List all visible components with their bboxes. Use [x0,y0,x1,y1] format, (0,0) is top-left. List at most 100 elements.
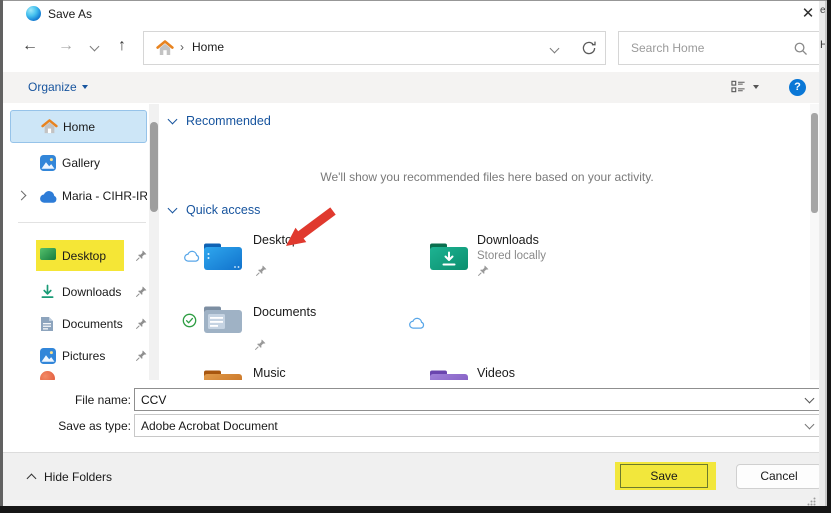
sidebar-separator [18,222,146,223]
home-icon [156,40,174,56]
save-as-type-label: Save as type: [28,419,131,433]
sidebar-item-label: Pictures [62,349,105,363]
recent-locations-button[interactable] [90,42,100,52]
breadcrumb-separator: › [180,40,184,54]
pictures-icon [40,348,56,364]
background-strip: e H [819,1,827,506]
tile-label: Videos [477,366,515,380]
music-folder-icon [202,367,244,380]
save-as-type-dropdown-icon[interactable] [805,420,815,430]
titlebar: Save As ✕ [3,1,819,26]
quick-access-tile-documents[interactable]: Documents [180,303,420,355]
sidebar-item-gallery[interactable]: Gallery [10,148,147,178]
sidebar-item-label: Downloads [62,285,121,299]
organize-button[interactable]: Organize [28,80,88,94]
videos-folder-icon [428,367,470,380]
quick-access-section-header[interactable]: Quick access [169,203,260,217]
background-text-fragment: e [820,5,826,16]
navigation-bar: ← → ↑ › Home [3,26,819,72]
file-name-dropdown-icon[interactable] [805,394,815,404]
back-button[interactable]: ← [22,37,38,55]
desktop-icon [40,248,56,260]
window-border [0,506,831,513]
view-options-caret-icon [753,85,759,89]
sidebar-item-documents[interactable]: Documents [10,309,147,339]
save-as-type-select[interactable]: Adobe Acrobat Document [134,414,823,437]
forward-button[interactable]: → [58,37,74,55]
collapse-chevron-icon[interactable] [168,115,178,125]
cloud-status-icon [407,317,425,330]
sidebar-item-label: Maria - CIHR-IRS [62,189,147,203]
sidebar-item-label: Desktop [62,249,106,263]
sidebar-item-desktop[interactable]: Desktop [10,241,147,271]
file-name-input[interactable] [135,389,801,410]
background-text-fragment: H [820,39,827,51]
sidebar-item-label: Gallery [62,156,100,170]
sidebar-item-pictures[interactable]: Pictures [10,341,147,371]
tile-label: Music [253,366,286,380]
help-button[interactable]: ? [789,79,806,96]
document-icon [40,316,54,332]
sidebar-item-onedrive[interactable]: Maria - CIHR-IRS [10,181,147,211]
sidebar-item-home[interactable]: Home [10,110,147,143]
search-icon[interactable] [793,41,808,56]
file-name-field [134,388,823,411]
save-as-type-value: Adobe Acrobat Document [141,419,278,433]
edge-app-icon [26,6,41,21]
address-bar[interactable]: › Home [143,31,606,65]
resize-grip[interactable] [807,497,816,506]
cancel-button[interactable]: Cancel [736,464,822,489]
expand-chevron-icon[interactable] [17,191,27,201]
sidebar-scrollbar-thumb[interactable] [150,122,158,212]
window-title: Save As [48,7,92,21]
sidebar-item-label: Home [63,120,95,134]
save-button[interactable]: Save [620,464,708,488]
pin-icon[interactable] [136,350,147,361]
pin-icon[interactable] [136,286,147,297]
file-form-panel: File name: Save as type: Adobe Acrobat D… [3,380,819,452]
collapse-chevron-icon[interactable] [168,204,178,214]
quick-access-tile-downloads[interactable]: Downloads Stored locally [405,231,645,283]
window-border [0,0,3,513]
refresh-icon[interactable] [581,40,597,56]
file-name-label: File name: [28,393,131,407]
close-icon[interactable]: ✕ [798,4,818,24]
tile-label: Documents [253,305,316,319]
pin-icon[interactable] [255,339,266,350]
downloads-folder-icon [428,240,470,272]
onedrive-cloud-icon [37,190,58,204]
window-border [0,0,831,1]
address-dropdown-icon[interactable] [550,44,560,54]
annotation-arrow [280,205,338,249]
sidebar-item-label: Documents [62,317,123,331]
tile-label: Downloads [477,233,539,247]
main-scrollbar-thumb[interactable] [811,113,818,213]
gallery-icon [40,155,56,171]
synced-check-icon [182,313,197,328]
search-input[interactable] [619,32,801,64]
home-icon [41,119,58,134]
tile-subtitle: Stored locally [477,250,546,262]
pin-icon[interactable] [478,265,489,276]
hide-folders-button[interactable]: Hide Folders [28,470,112,484]
cloud-status-icon [182,250,200,263]
search-box [618,31,820,65]
save-as-dialog: Save As ✕ ← → ↑ › Home [0,0,831,513]
hide-folders-label: Hide Folders [44,470,112,484]
recommended-section-header[interactable]: Recommended [169,114,271,128]
up-button[interactable]: ↑ [118,37,126,55]
pin-icon[interactable] [136,318,147,329]
download-icon [40,284,55,299]
desktop-folder-icon [202,240,244,272]
recommended-empty-message: We'll show you recommended files here ba… [200,170,774,184]
breadcrumb-home[interactable]: Home [192,40,224,54]
organize-caret-icon [82,85,88,89]
window-border [827,0,831,513]
sidebar-item-downloads[interactable]: Downloads [10,277,147,307]
view-options-icon [731,80,746,93]
pin-icon[interactable] [136,250,147,261]
command-toolbar: Organize ? [3,72,819,103]
section-label: Quick access [186,203,260,217]
pin-icon[interactable] [256,265,267,276]
view-options-button[interactable] [731,80,759,94]
